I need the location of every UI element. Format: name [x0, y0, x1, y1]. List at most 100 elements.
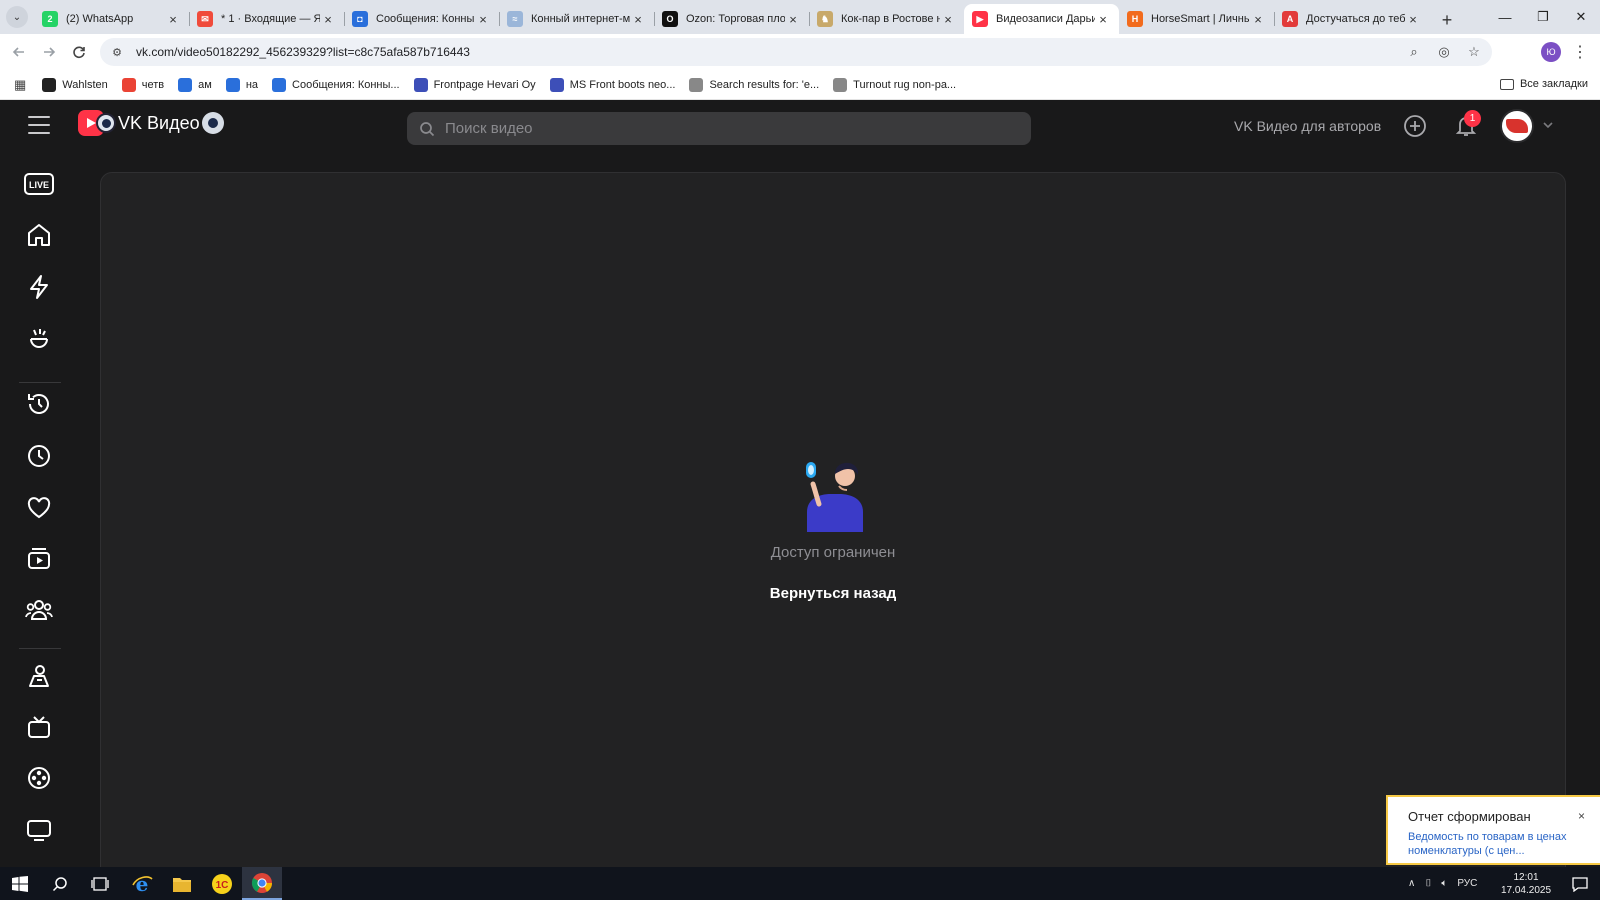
folder-icon — [1499, 78, 1514, 90]
tab-search-button[interactable]: ⌄ — [0, 0, 34, 34]
taskbar-chrome[interactable] — [242, 867, 282, 900]
url-text[interactable]: vk.com/video50182292_456239329?list=c8c7… — [136, 45, 470, 59]
start-button[interactable] — [0, 867, 40, 900]
address-bar[interactable]: ⚙ vk.com/video50182292_456239329?list=c8… — [100, 38, 1492, 66]
sidebar-item-history[interactable] — [21, 386, 57, 422]
folder-icon — [173, 877, 191, 892]
sidebar-item-live[interactable]: LIVE — [21, 166, 57, 202]
vk-header: VK Видео VK Видео для авторов 1 — [0, 100, 1600, 152]
language-indicator[interactable]: РУС — [1457, 878, 1477, 889]
close-icon[interactable]: × — [1405, 12, 1421, 27]
sidebar-item-shorts[interactable] — [21, 269, 57, 305]
bookmark-list: Wahlsten четв ам на Сообщения: Конны... Front… — [42, 77, 970, 92]
close-icon[interactable]: × — [1578, 809, 1585, 823]
people-icon — [25, 600, 53, 620]
browser-tab[interactable]: H HorseSmart | Личный × — [1119, 4, 1274, 34]
go-back-link[interactable]: Вернуться назад — [700, 585, 966, 602]
sidebar-item-movies[interactable] — [21, 760, 57, 796]
restore-button[interactable]: ❐ — [1524, 0, 1562, 34]
bookmark-item[interactable]: MS Front boots neo... — [549, 77, 675, 92]
bookmark-item[interactable]: ам — [178, 77, 212, 92]
close-icon[interactable]: × — [785, 12, 801, 27]
tracking-protection-icon[interactable]: ◎ — [1434, 42, 1454, 62]
sidebar-item-kids[interactable] — [21, 658, 57, 694]
browser-tab[interactable]: ♞ Кок-пар в Ростове н × — [809, 4, 964, 34]
site-info-icon[interactable]: ⚙ — [108, 43, 126, 61]
bookmark-item[interactable]: четв — [121, 77, 164, 92]
chat-icon: ◘ — [352, 11, 368, 27]
notification-center-button[interactable] — [1560, 867, 1600, 900]
taskbar-1c[interactable]: 1С — [202, 867, 242, 900]
tray-expand-icon[interactable]: ∧ — [1408, 878, 1415, 889]
authors-link[interactable]: VK Видео для авторов — [1234, 118, 1381, 134]
sidebar-item-subscriptions[interactable] — [21, 592, 57, 628]
browser-tab[interactable]: A Достучаться до тебя × — [1274, 4, 1429, 34]
browser-menu-button[interactable]: ⋮ — [1570, 41, 1590, 63]
vk-video-icon: ▶ — [972, 11, 988, 27]
bookmark-label: на — [245, 78, 259, 91]
bookmark-item[interactable]: Сообщения: Конны... — [272, 77, 400, 92]
browser-tab[interactable]: ▶ Видеозаписи Дарьи × — [964, 4, 1119, 34]
menu-burger-icon[interactable] — [28, 116, 50, 136]
forward-button[interactable] — [34, 37, 64, 67]
all-bookmarks-button[interactable]: Все закладки — [1499, 78, 1588, 90]
profile-avatar[interactable]: Ю — [1541, 42, 1561, 62]
bookmark-item[interactable]: Frontpage Hevari Oy — [413, 77, 536, 92]
chevron-down-icon[interactable] — [1541, 118, 1555, 132]
sidebar-item-trending[interactable] — [21, 321, 57, 357]
close-icon[interactable]: × — [165, 12, 181, 27]
vk-video-logo[interactable]: VK Видео — [78, 110, 224, 136]
close-icon[interactable]: × — [320, 12, 336, 27]
search-icon — [52, 876, 67, 891]
apps-grid-icon[interactable]: ▦ — [14, 77, 26, 93]
browser-tab[interactable]: O Ozon: Торговая площа× — [654, 4, 809, 34]
tab-title: Достучаться до тебя — [1306, 13, 1405, 25]
back-button[interactable] — [4, 37, 34, 67]
brand-icon — [833, 77, 848, 92]
minimize-button[interactable]: — — [1486, 0, 1524, 34]
clock-icon — [28, 445, 50, 467]
bookmark-item[interactable]: Turnout rug non-pa... — [833, 77, 956, 92]
tv-icon — [28, 716, 50, 738]
close-window-button[interactable]: ✕ — [1562, 0, 1600, 34]
video-search[interactable] — [407, 112, 1031, 145]
close-icon[interactable]: × — [1095, 12, 1111, 27]
bookmark-item[interactable]: Search results for: 'e... — [689, 77, 819, 92]
add-circle-icon[interactable] — [1403, 114, 1427, 138]
sidebar-item-watch-later[interactable] — [21, 438, 57, 474]
close-icon[interactable]: × — [1250, 12, 1266, 27]
bookmark-item[interactable]: на — [225, 77, 259, 92]
browser-tab[interactable]: ≈ Конный интернет-ма × — [499, 4, 654, 34]
task-view-button[interactable] — [80, 867, 120, 900]
restricted-illustration — [806, 462, 863, 532]
new-tab-button[interactable]: + — [1433, 6, 1461, 34]
sidebar-item-my-videos[interactable] — [21, 541, 57, 577]
bookmark-star-icon[interactable]: ☆ — [1464, 42, 1484, 62]
volume-icon[interactable]: 🔈︎ — [1441, 878, 1447, 889]
bookmark-item[interactable]: Wahlsten — [42, 77, 108, 92]
browser-tab[interactable]: 2 (2) WhatsApp × — [34, 4, 189, 34]
sidebar-item-channels[interactable] — [21, 812, 57, 848]
zoom-icon[interactable]: ⌕ — [1404, 42, 1424, 62]
history-icon — [28, 394, 49, 414]
close-icon[interactable]: × — [475, 12, 491, 27]
hevari-icon — [413, 77, 428, 92]
close-icon[interactable]: × — [940, 12, 956, 27]
taskbar-ie[interactable]: e — [122, 867, 162, 900]
sidebar-item-tv[interactable] — [21, 709, 57, 745]
sidebar-item-liked[interactable] — [21, 490, 57, 526]
reload-button[interactable] — [64, 37, 94, 67]
search-input[interactable] — [445, 120, 1005, 137]
sidebar-item-home[interactable] — [21, 217, 57, 253]
close-icon[interactable]: × — [630, 12, 646, 27]
network-icon[interactable]: ⌷ — [1425, 878, 1431, 889]
taskbar-search-button[interactable] — [40, 867, 80, 900]
toast-report-link[interactable]: Ведомость по товарам в ценах номенклатур… — [1408, 830, 1588, 858]
system-clock[interactable]: 12:01 17.04.2025 — [1496, 871, 1556, 897]
tab-title: Конный интернет-ма — [531, 13, 630, 25]
user-avatar[interactable] — [1500, 109, 1534, 143]
home-icon — [28, 224, 50, 246]
taskbar-explorer[interactable] — [162, 867, 202, 900]
browser-tab[interactable]: ◘ Сообщения: Конный × — [344, 4, 499, 34]
browser-tab[interactable]: ✉ * 1 · Входящие — Янд× — [189, 4, 344, 34]
